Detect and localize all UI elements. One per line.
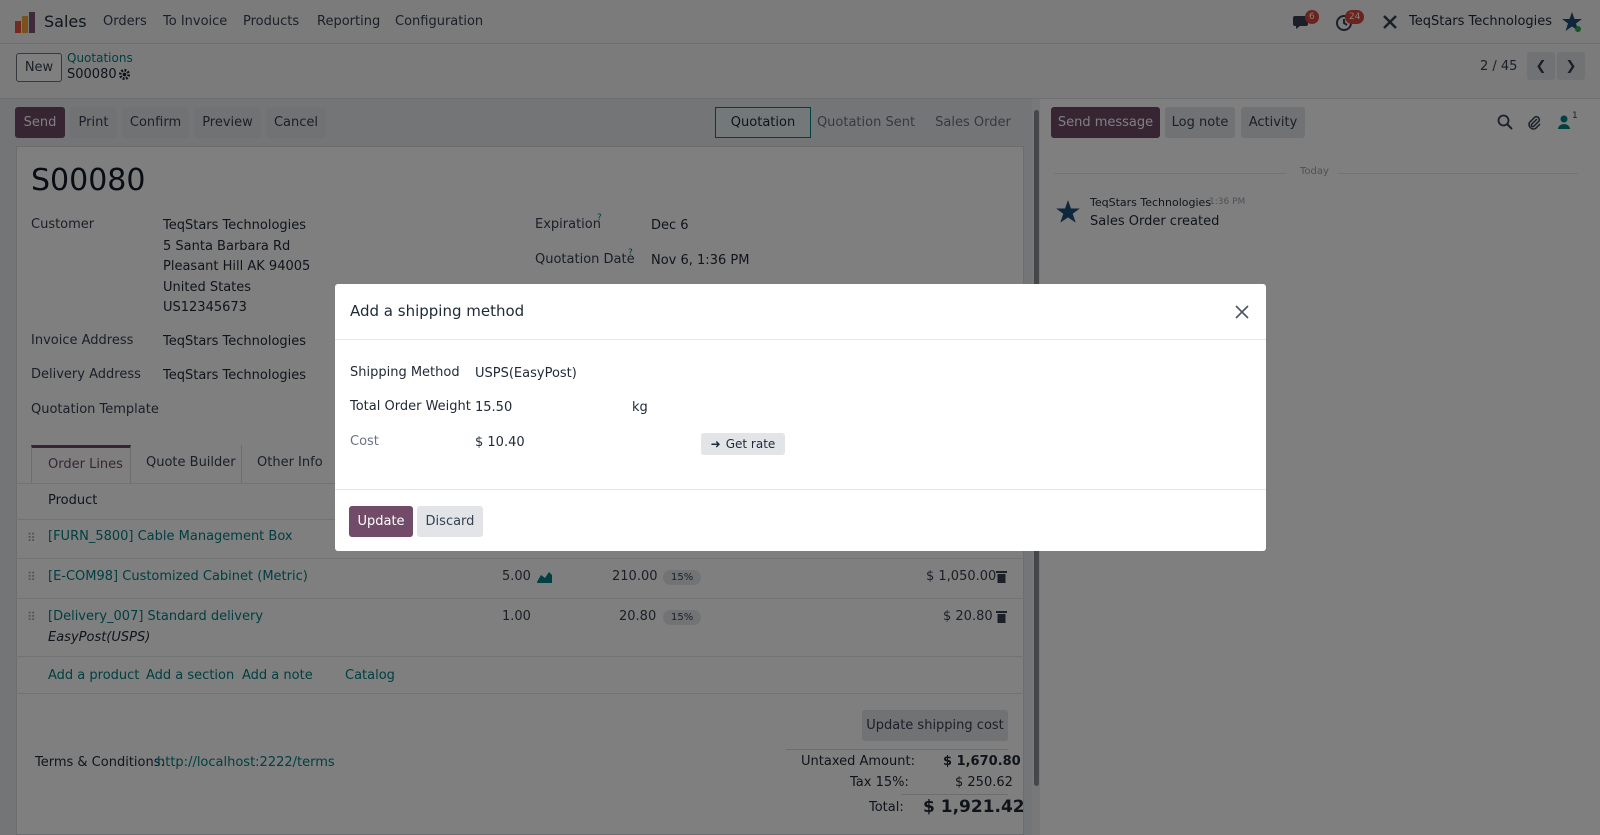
dialog-title: Add a shipping method — [350, 302, 525, 320]
arrow-right-icon: ➜ — [710, 437, 721, 451]
get-rate-label: Get rate — [725, 437, 776, 451]
get-rate-button[interactable]: ➜ Get rate — [701, 433, 785, 455]
cost-value: $ 10.40 — [475, 435, 525, 450]
total-order-weight-label: Total Order Weight — [350, 399, 471, 414]
total-order-weight-value[interactable]: 15.50 — [475, 400, 512, 415]
shipping-method-dialog: Add a shipping method Shipping Method US… — [335, 284, 1266, 551]
close-icon[interactable] — [1235, 305, 1249, 319]
discard-button[interactable]: Discard — [417, 506, 483, 537]
shipping-method-label: Shipping Method — [350, 365, 460, 380]
dialog-header-divider — [335, 339, 1266, 340]
weight-unit: kg — [632, 400, 648, 415]
shipping-method-value[interactable]: USPS(EasyPost) — [475, 366, 577, 381]
dialog-footer-divider — [335, 489, 1266, 490]
update-button[interactable]: Update — [349, 506, 413, 537]
cost-label: Cost — [350, 434, 379, 449]
